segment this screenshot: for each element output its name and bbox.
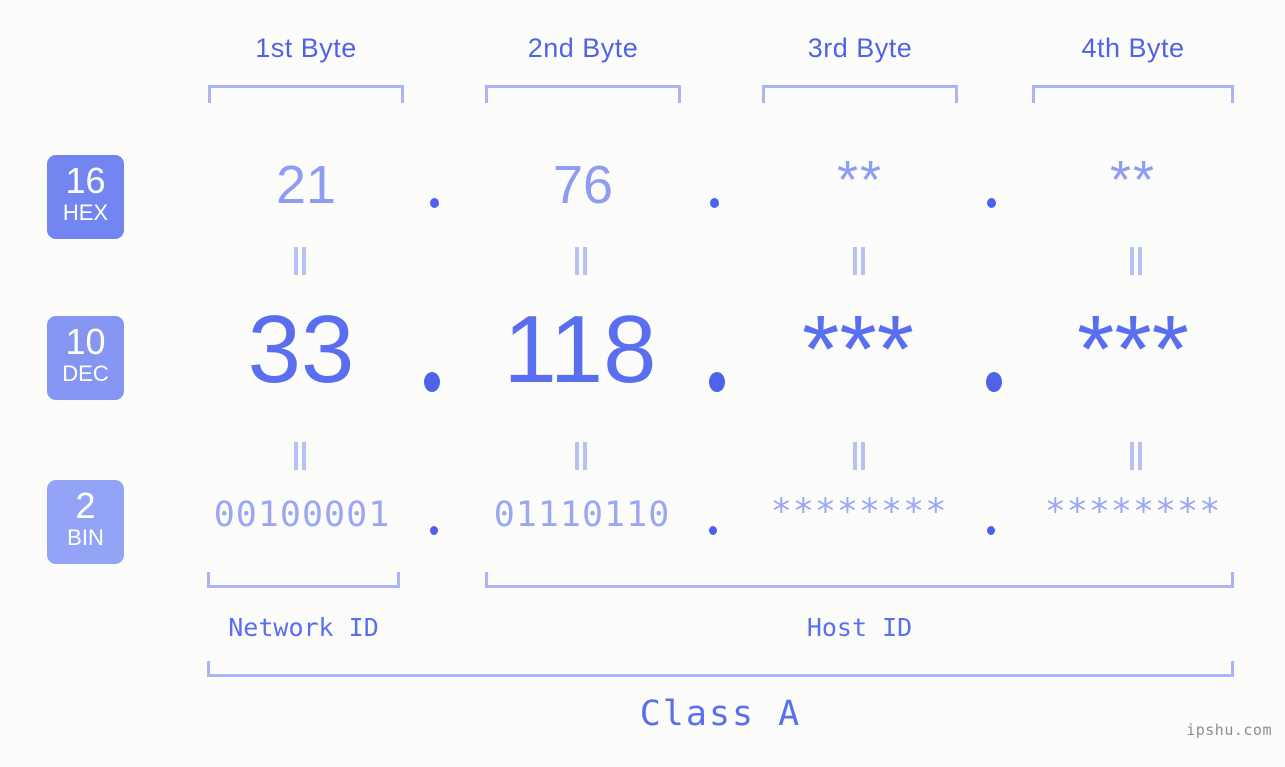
bin-separator-2 bbox=[709, 526, 717, 535]
class-bracket bbox=[207, 661, 1234, 677]
equals-hex-dec-4 bbox=[1130, 247, 1143, 275]
base-badge-dec: 10 DEC bbox=[47, 316, 124, 400]
base-badge-hex: 16 HEX bbox=[47, 155, 124, 239]
byte-bracket-1 bbox=[208, 85, 404, 103]
dec-byte-1: 33 bbox=[247, 296, 355, 403]
hex-separator-2 bbox=[710, 198, 719, 208]
dec-byte-4: *** bbox=[1076, 296, 1190, 403]
byte-header-1: 1st Byte bbox=[255, 33, 357, 63]
base-badge-hex-name: HEX bbox=[62, 200, 109, 225]
network-id-bracket bbox=[207, 572, 400, 588]
hex-byte-2: 76 bbox=[552, 155, 614, 215]
dec-byte-2: 118 bbox=[503, 296, 657, 403]
equals-dec-bin-4 bbox=[1130, 442, 1143, 470]
host-id-label: Host ID bbox=[806, 613, 913, 642]
base-badge-dec-name: DEC bbox=[62, 361, 109, 386]
dec-separator-1 bbox=[424, 372, 440, 392]
bin-byte-1: 00100001 bbox=[213, 495, 391, 535]
dec-separator-2 bbox=[709, 372, 725, 392]
hex-separator-1 bbox=[430, 198, 439, 208]
equals-hex-dec-2 bbox=[575, 247, 588, 275]
byte-header-4: 4th Byte bbox=[1081, 33, 1185, 63]
hex-byte-4: ** bbox=[1109, 150, 1157, 210]
host-id-bracket bbox=[485, 572, 1234, 588]
dec-separator-3 bbox=[986, 372, 1002, 392]
byte-bracket-2 bbox=[485, 85, 681, 103]
equals-dec-bin-3 bbox=[853, 442, 866, 470]
bin-separator-3 bbox=[987, 526, 995, 535]
base-badge-bin-number: 2 bbox=[75, 485, 96, 526]
network-id-label: Network ID bbox=[228, 613, 379, 642]
ip-breakdown-diagram: 1st Byte 2nd Byte 3rd Byte 4th Byte 16 H… bbox=[0, 0, 1285, 767]
equals-hex-dec-3 bbox=[853, 247, 866, 275]
base-badge-bin-name: BIN bbox=[67, 525, 104, 550]
byte-header-3: 3rd Byte bbox=[807, 33, 913, 63]
byte-header-2: 2nd Byte bbox=[527, 33, 639, 63]
bin-byte-2: 01110110 bbox=[493, 495, 671, 535]
hex-separator-3 bbox=[987, 198, 996, 208]
equals-hex-dec-1 bbox=[294, 247, 307, 275]
base-badge-bin: 2 BIN bbox=[47, 480, 124, 564]
bin-byte-4: ******** bbox=[1044, 492, 1222, 532]
dec-byte-3: *** bbox=[801, 296, 915, 403]
byte-bracket-4 bbox=[1032, 85, 1234, 103]
bin-byte-3: ******** bbox=[770, 492, 948, 532]
hex-byte-1: 21 bbox=[275, 155, 337, 215]
hex-byte-3: ** bbox=[836, 150, 884, 210]
watermark: ipshu.com bbox=[1186, 721, 1272, 739]
base-badge-dec-number: 10 bbox=[65, 321, 106, 362]
byte-bracket-3 bbox=[762, 85, 958, 103]
class-label: Class A bbox=[639, 694, 802, 734]
base-badge-hex-number: 16 bbox=[65, 160, 106, 201]
equals-dec-bin-2 bbox=[575, 442, 588, 470]
bin-separator-1 bbox=[430, 526, 438, 535]
equals-dec-bin-1 bbox=[294, 442, 307, 470]
